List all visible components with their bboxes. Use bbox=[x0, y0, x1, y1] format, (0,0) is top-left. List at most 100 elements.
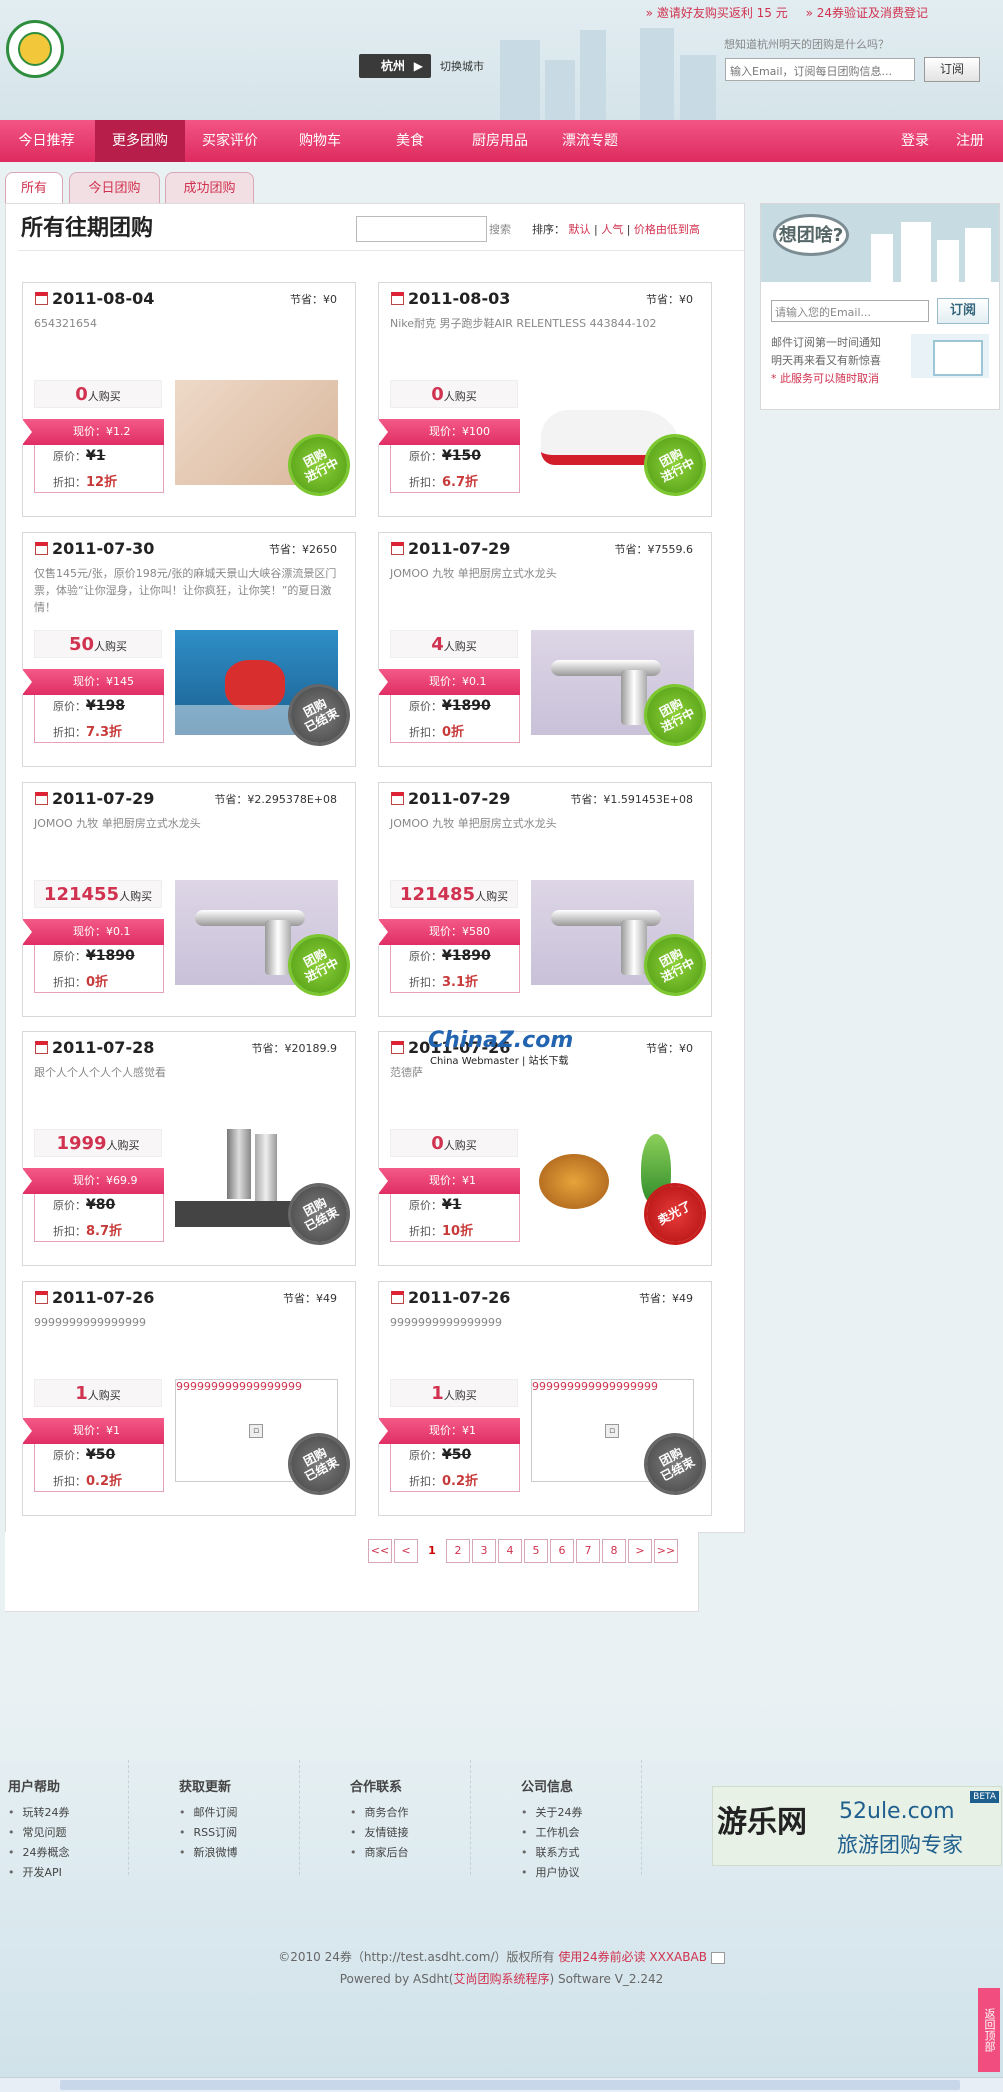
nav-item-kitchen[interactable]: 厨房用品 bbox=[455, 120, 545, 162]
orig-price-value: ¥50 bbox=[86, 1447, 116, 1463]
save-value: ¥0 bbox=[323, 293, 337, 306]
deal-card[interactable]: 2011-08-03 节省：¥0 Nike耐克 男子跑步鞋AIR RELENTLES… bbox=[378, 282, 713, 517]
footer-link[interactable]: 邮件订阅 bbox=[179, 1803, 238, 1823]
pager-button[interactable]: 4 bbox=[498, 1539, 522, 1563]
deal-description[interactable]: 跟个人个人个人个人感觉看 bbox=[34, 1064, 344, 1081]
deal-search-input[interactable] bbox=[356, 216, 487, 242]
deal-description[interactable]: 9999999999999999 bbox=[390, 1314, 700, 1331]
pager-button[interactable]: 2 bbox=[446, 1539, 470, 1563]
discount-value: 0折 bbox=[86, 975, 109, 990]
nav-item-today[interactable]: 今日推荐 bbox=[0, 120, 93, 162]
cnzz-icon[interactable] bbox=[710, 1951, 725, 1964]
sidebar-email-input[interactable]: 请输入您的Email... bbox=[771, 300, 929, 322]
footer-link[interactable]: 友情链接 bbox=[350, 1823, 409, 1843]
partner-banner[interactable]: 游乐网 52ule.com 旅游团购专家 BETA bbox=[712, 1786, 1002, 1866]
pager-button[interactable]: 5 bbox=[524, 1539, 548, 1563]
sort-price[interactable]: 价格由低到高 bbox=[634, 223, 700, 236]
deal-buyers: 121455人购买 bbox=[34, 880, 162, 908]
deal-description[interactable]: JOMOO 九牧 单把厨房立式水龙头 bbox=[390, 565, 700, 582]
powered-link[interactable]: 艾尚团购系统程序 bbox=[454, 1972, 550, 1986]
save-label: 节省： bbox=[646, 293, 679, 306]
pager-button[interactable]: > bbox=[628, 1539, 652, 1563]
pager-button[interactable]: < bbox=[394, 1539, 418, 1563]
footer-column-title: 公司信息 bbox=[521, 1780, 574, 1795]
footer-link[interactable]: 商家后台 bbox=[350, 1843, 409, 1863]
back-to-top-button[interactable]: 返回顶部 bbox=[978, 1988, 1000, 2072]
arrow-right-icon: ▶ bbox=[413, 59, 423, 73]
sidebar-subscribe-button[interactable]: 订阅 bbox=[937, 298, 989, 324]
footer-link[interactable]: 关于24券 bbox=[521, 1803, 583, 1823]
login-link[interactable]: 登录 bbox=[890, 120, 940, 162]
terms-link[interactable]: 使用24券前必读 XXXABAB bbox=[558, 1950, 707, 1964]
invite-link[interactable]: » 邀请好友购买返利 15 元 bbox=[646, 6, 788, 20]
header-subscribe-button[interactable]: 订阅 bbox=[924, 57, 980, 82]
pager-button[interactable]: >> bbox=[654, 1539, 678, 1563]
nav-item-food[interactable]: 美食 bbox=[365, 120, 455, 162]
footer-link[interactable]: 开发API bbox=[8, 1863, 70, 1883]
verify-link[interactable]: » 24券验证及消费登记 bbox=[806, 6, 928, 20]
deal-card[interactable]: 2011-07-30 节省：¥2650 仅售145元/张，原价198元/张的麻城天景… bbox=[22, 532, 357, 767]
footer-link[interactable]: 常见问题 bbox=[8, 1823, 70, 1843]
register-link[interactable]: 注册 bbox=[945, 120, 995, 162]
pager-button[interactable]: 3 bbox=[472, 1539, 496, 1563]
pager-button[interactable]: 6 bbox=[550, 1539, 574, 1563]
deal-card[interactable]: 2011-07-26 节省：¥49 9999999999999999 1人购买 现价：¥… bbox=[378, 1281, 713, 1516]
footer-link[interactable]: RSS订阅 bbox=[179, 1823, 238, 1843]
footer-column: 合作联系商务合作友情链接商家后台 bbox=[350, 1776, 409, 1863]
banner-en: 52ule.com bbox=[839, 1799, 955, 1824]
deal-discount: 折扣：3.1折 bbox=[409, 971, 478, 990]
deal-card[interactable]: 2011-07-29 节省：¥1.591453E+08 JOMOO 九牧 单把厨房立… bbox=[378, 782, 713, 1017]
pager-button[interactable]: 7 bbox=[576, 1539, 600, 1563]
deal-description[interactable]: 仅售145元/张，原价198元/张的麻城天景山大峡谷漂流景区门票，体验“让你湿身… bbox=[34, 565, 344, 616]
deal-card[interactable]: 2011-08-04 节省：¥0 654321654 0人购买 现价：¥1.2 原价：¥1… bbox=[22, 282, 357, 517]
status-text: 卖光了 bbox=[655, 1198, 694, 1228]
sort-popularity[interactable]: 人气 bbox=[601, 223, 623, 236]
copyright: ©2010 24券（http://test.asdht.com/）版权所有 使用… bbox=[0, 1946, 1003, 1990]
site-logo[interactable] bbox=[6, 20, 64, 78]
buyers-label: 人购买 bbox=[87, 390, 121, 403]
nav-item-reviews[interactable]: 买家评价 bbox=[185, 120, 275, 162]
deal-now-price: 现价：¥0.1 bbox=[22, 919, 164, 945]
tab-all[interactable]: 所有 bbox=[5, 172, 63, 204]
footer-link[interactable]: 商务合作 bbox=[350, 1803, 409, 1823]
pager-button[interactable]: << bbox=[368, 1539, 392, 1563]
pager-button[interactable]: 8 bbox=[602, 1539, 626, 1563]
deal-description[interactable]: 654321654 bbox=[34, 315, 344, 332]
deal-description[interactable]: JOMOO 九牧 单把厨房立式水龙头 bbox=[390, 815, 700, 832]
footer-link[interactable]: 工作机会 bbox=[521, 1823, 583, 1843]
deal-card[interactable]: 2011-07-29 节省：¥7559.6 JOMOO 九牧 单把厨房立式水龙头 4人… bbox=[378, 532, 713, 767]
scrollbar-thumb[interactable] bbox=[60, 2080, 960, 2090]
deal-description[interactable]: Nike耐克 男子跑步鞋AIR RELENTLESS 443844-102 bbox=[390, 315, 700, 332]
footer-link[interactable]: 24券概念 bbox=[8, 1843, 70, 1863]
header-email-input[interactable]: 输入Email，订阅每日团购信息... bbox=[725, 58, 915, 81]
deal-card[interactable]: 2011-07-26 节省：¥49 9999999999999999 1人购买 现价：¥… bbox=[22, 1281, 357, 1516]
deal-date-text: 2011-07-26 bbox=[408, 1288, 511, 1307]
search-button[interactable]: 搜索 bbox=[489, 221, 511, 237]
nav-item-cart[interactable]: 购物车 bbox=[275, 120, 365, 162]
powered-text: Powered by ASdht( bbox=[339, 1972, 454, 1986]
now-price-label: 现价： bbox=[429, 925, 462, 938]
deal-date: 2011-07-29 bbox=[391, 789, 510, 808]
deal-orig-price: 原价：¥150 bbox=[409, 448, 481, 464]
deal-card[interactable]: 2011-07-29 节省：¥2.295378E+08 JOMOO 九牧 单把厨房立… bbox=[22, 782, 357, 1017]
tab-today[interactable]: 今日团购 bbox=[69, 172, 160, 204]
deal-card[interactable]: 2011-07-28 节省：¥20189.9 跟个人个人个人个人感觉看 1999人购买… bbox=[22, 1031, 357, 1266]
deal-date: 2011-07-26 bbox=[391, 1288, 510, 1307]
deal-description[interactable]: JOMOO 九牧 单把厨房立式水龙头 bbox=[34, 815, 344, 832]
footer-link[interactable]: 玩转24券 bbox=[8, 1803, 70, 1823]
deal-save: 节省：¥49 bbox=[283, 1290, 337, 1306]
nav-item-more[interactable]: 更多团购 bbox=[95, 120, 185, 162]
footer-link[interactable]: 联系方式 bbox=[521, 1843, 583, 1863]
tab-success[interactable]: 成功团购 bbox=[165, 172, 254, 204]
nav-item-rafting[interactable]: 漂流专题 bbox=[545, 120, 635, 162]
sort-default[interactable]: 默认 bbox=[569, 223, 591, 236]
save-label: 节省： bbox=[646, 1042, 679, 1055]
horizontal-scrollbar[interactable] bbox=[0, 2077, 1003, 2092]
footer-link[interactable]: 用户协议 bbox=[521, 1863, 583, 1883]
pager-button[interactable]: 1 bbox=[420, 1539, 444, 1563]
footer-link[interactable]: 新浪微博 bbox=[179, 1843, 238, 1863]
buyers-label: 人购买 bbox=[87, 1389, 121, 1402]
deal-now-price: 现价：¥100 bbox=[378, 419, 520, 445]
switch-city-link[interactable]: 切换城市 bbox=[440, 58, 484, 74]
deal-description[interactable]: 9999999999999999 bbox=[34, 1314, 344, 1331]
